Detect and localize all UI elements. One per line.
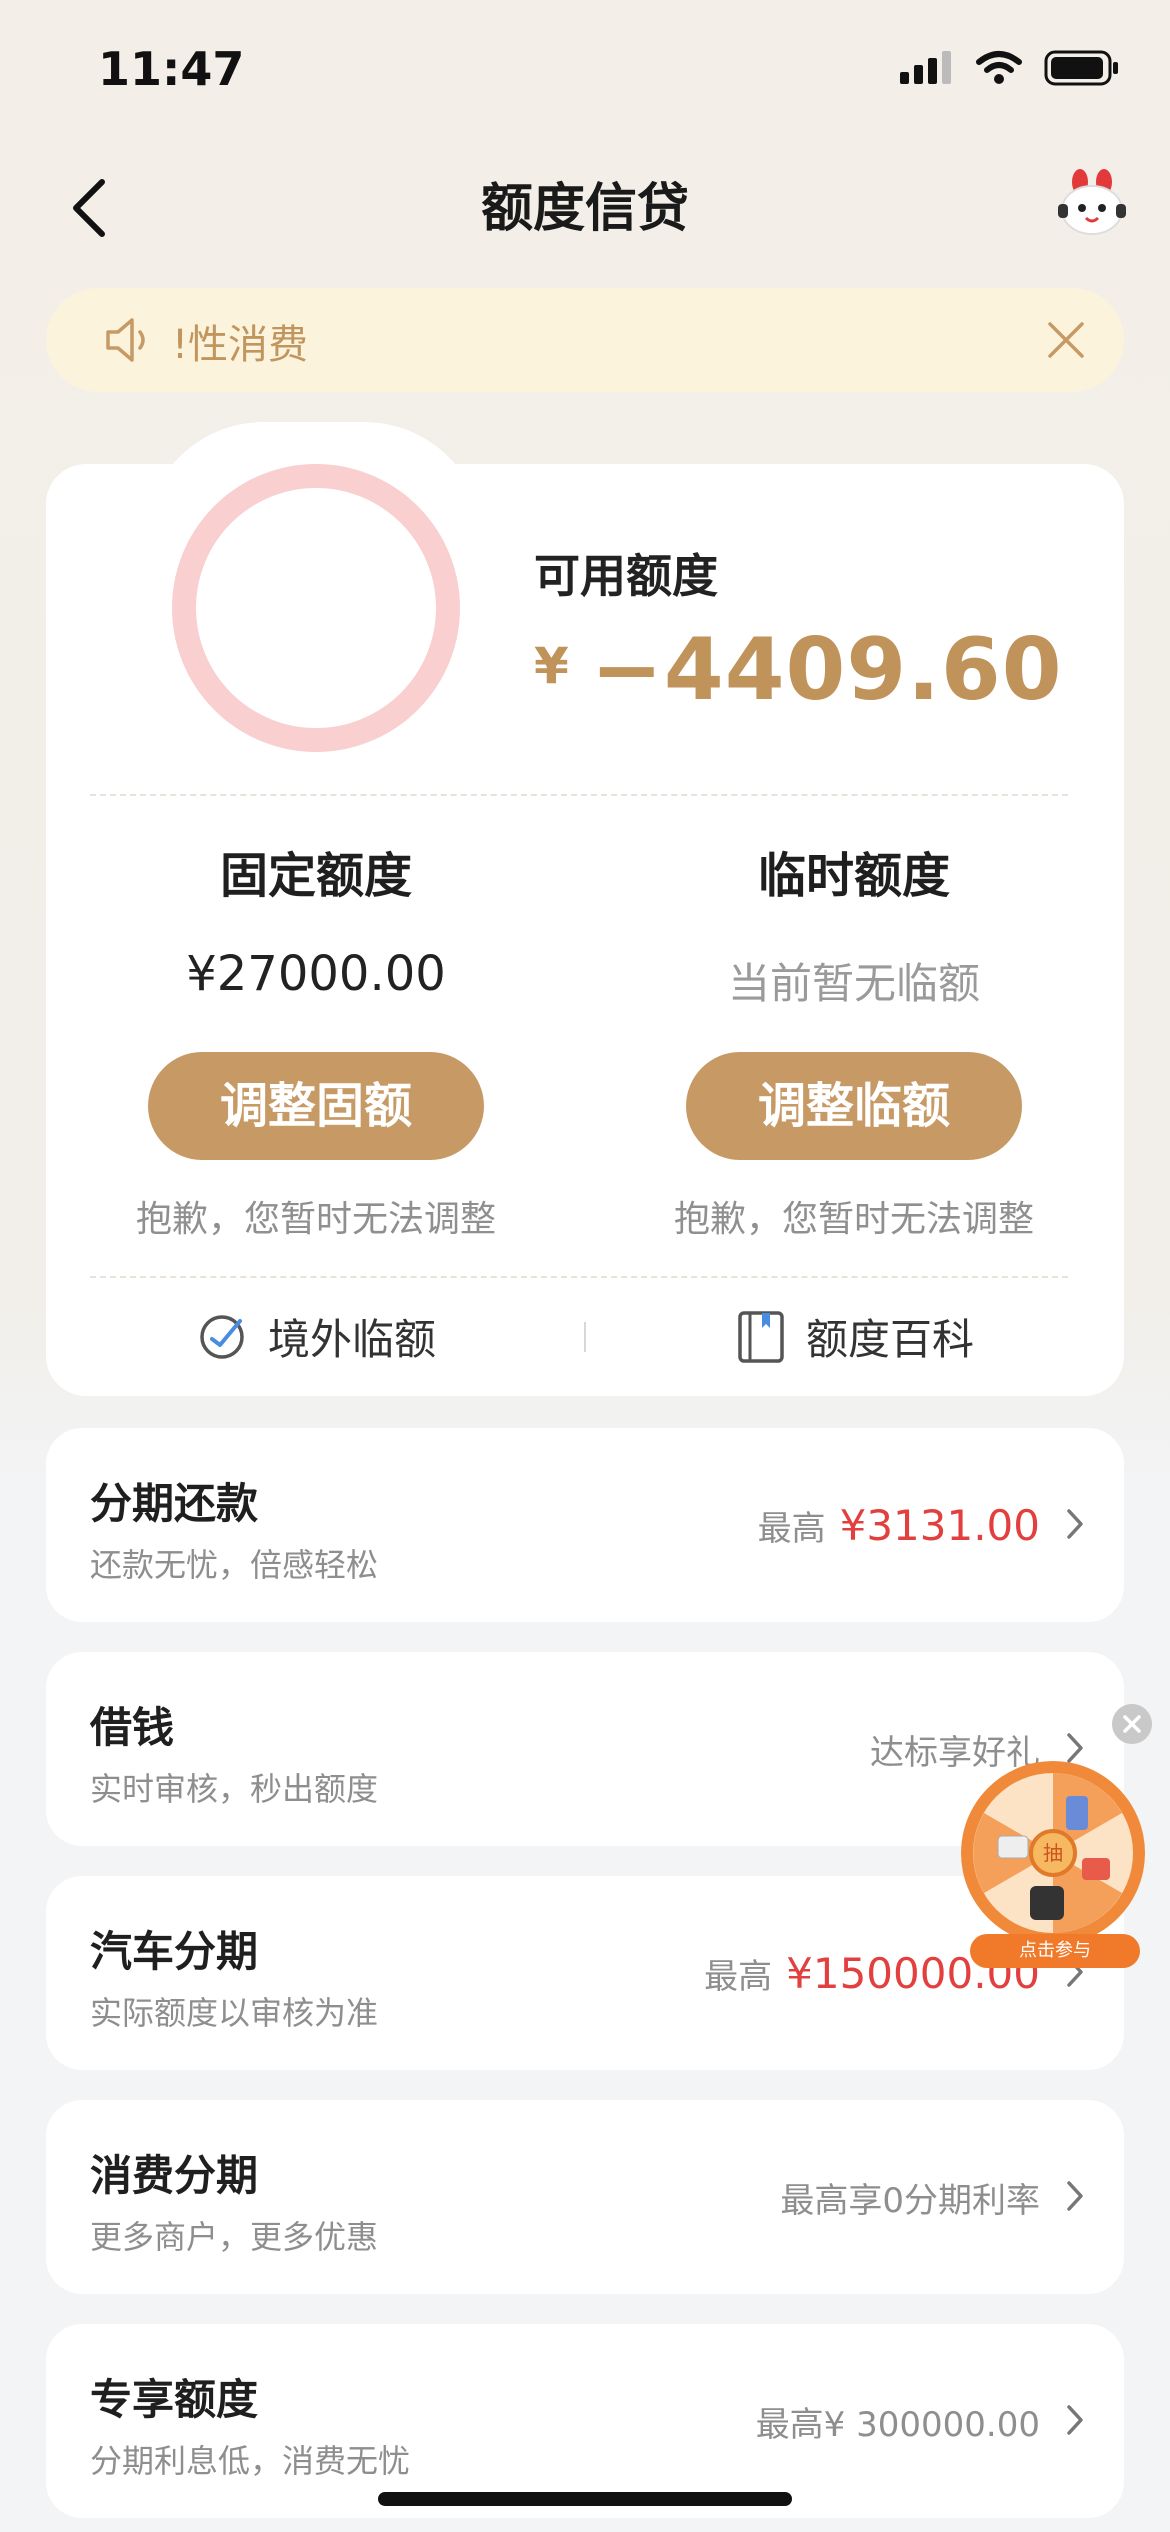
notice-text: !性消费 (172, 322, 309, 368)
temp-adjust-note: 抱歉，您暂时无法调整 (673, 1199, 1034, 1240)
chevron-right-icon (1067, 2405, 1083, 2435)
row-title: 专享额度 (90, 2375, 259, 2424)
status-icons (900, 50, 1120, 86)
overseas-temp-credit-link[interactable]: 境外临额 (196, 1306, 436, 1367)
row-title: 消费分期 (90, 2151, 259, 2200)
fixed-credit-value: ¥27000.00 (186, 946, 446, 1002)
row-right: 最高 ¥3131.00 (758, 1428, 1040, 1622)
wheel-close-icon[interactable] (1112, 1704, 1152, 1744)
adjust-temp-button[interactable]: 调整临额 (686, 1052, 1022, 1160)
fixed-adjust-note: 抱歉，您暂时无法调整 (135, 1199, 496, 1240)
available-credit-amount: ¥ −4409.60 (534, 620, 1063, 720)
wifi-icon (976, 51, 1022, 84)
row-tag: 最高¥ 300000.00 (755, 2404, 1040, 2445)
row-subtitle: 实际额度以审核为准 (90, 1994, 379, 2032)
page-title: 额度信贷 (480, 179, 689, 239)
row-title: 分期还款 (90, 1479, 259, 1528)
row-subtitle: 分期利息低，消费无忧 (90, 2442, 411, 2480)
home-indicator[interactable] (378, 2492, 792, 2506)
credit-wiki-link[interactable]: 额度百科 (736, 1306, 974, 1367)
fixed-credit-title: 固定额度 (219, 848, 412, 904)
adjust-fixed-button[interactable]: 调整固额 (148, 1052, 484, 1160)
wheel-banner[interactable]: 点击参与 (970, 1934, 1140, 1968)
wheel-center-label: 抽 (1043, 1841, 1063, 1865)
lucky-wheel-icon[interactable]: 抽 (958, 1758, 1148, 1948)
close-icon[interactable] (1044, 318, 1088, 362)
notice-bar[interactable]: !性消费 (46, 288, 1124, 392)
row-subtitle: 更多商户，更多优惠 (90, 2218, 379, 2256)
book-icon (738, 1310, 784, 1363)
row-right: 最高¥ 300000.00 (756, 2324, 1040, 2518)
available-credit-label: 可用额度 (534, 549, 718, 603)
credit-ring-chart (172, 464, 460, 752)
row-prefix: 最高 (757, 1508, 826, 1549)
divider (90, 1276, 1068, 1278)
chevron-right-icon (1067, 2181, 1083, 2211)
chevron-right-icon (1067, 1509, 1083, 1539)
speaker-icon (106, 318, 145, 362)
row-prefix: 最高 (704, 1956, 773, 1997)
overseas-link-label: 境外临额 (268, 1315, 437, 1364)
globe-check-icon (200, 1314, 244, 1359)
link-divider (584, 1322, 586, 1352)
row-tag: 最高享0分期利率 (780, 2180, 1040, 2221)
signal-icon (900, 51, 951, 84)
list-item-installment-repay[interactable]: 分期还款 还款无忧，倍感轻松 最高 ¥3131.00 (46, 1428, 1124, 1622)
status-time: 11:47 (98, 42, 245, 96)
available-amount-value: −4409.60 (590, 620, 1063, 720)
row-subtitle: 实时审核，秒出额度 (90, 1770, 379, 1808)
row-amount: ¥3131.00 (839, 1500, 1040, 1550)
row-title: 汽车分期 (90, 1927, 259, 1976)
temp-credit-title: 临时额度 (757, 848, 950, 904)
row-title: 借钱 (90, 1703, 175, 1752)
wiki-link-label: 额度百科 (806, 1315, 975, 1364)
mascot-icon[interactable] (1054, 168, 1130, 238)
row-subtitle: 还款无忧，倍感轻松 (90, 1546, 379, 1584)
currency-symbol: ¥ (534, 637, 569, 695)
battery-icon (1044, 50, 1118, 86)
divider (90, 794, 1068, 796)
list-item-exclusive-credit[interactable]: 专享额度 分期利息低，消费无忧 最高¥ 300000.00 (46, 2324, 1124, 2518)
row-right: 最高享0分期利率 (780, 2100, 1040, 2294)
temp-credit-value: 当前暂无临额 (727, 959, 980, 1008)
list-item-consumer-installment[interactable]: 消费分期 更多商户，更多优惠 最高享0分期利率 (46, 2100, 1124, 2294)
